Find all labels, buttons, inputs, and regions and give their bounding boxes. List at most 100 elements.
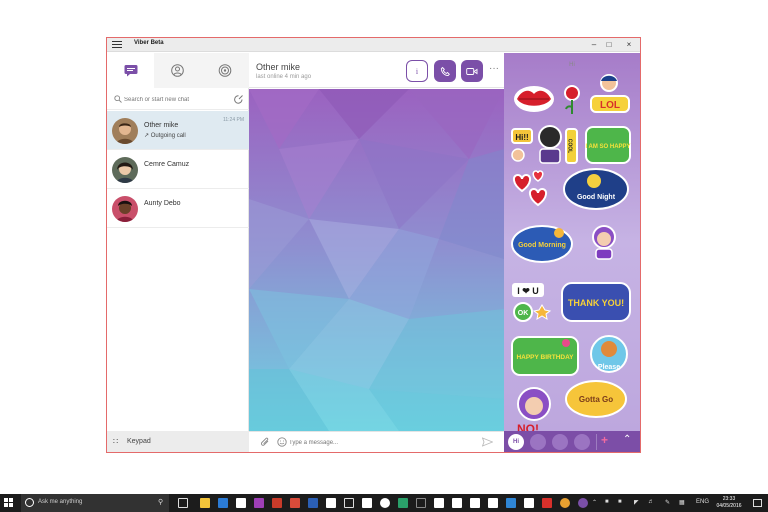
- info-button[interactable]: i: [406, 60, 428, 82]
- tray-icon-2[interactable]: ■: [618, 499, 622, 505]
- language-indicator[interactable]: ENG: [696, 499, 709, 505]
- kiss-lips-sticker[interactable]: [514, 86, 554, 112]
- keypad-button[interactable]: ∷ Keypad: [107, 431, 249, 452]
- sticker-pack-2[interactable]: [530, 434, 546, 450]
- windows-start-icon[interactable]: [4, 498, 14, 508]
- ok-sticker[interactable]: OK: [513, 302, 552, 322]
- sticker-pack-4[interactable]: [574, 434, 590, 450]
- sticker-panel: Hi LOL Hi!! COOL I AM SO HAPPY Good Nigh…: [504, 53, 640, 452]
- app-icon-13[interactable]: [470, 498, 480, 508]
- new-chat-icon[interactable]: [233, 94, 244, 105]
- tab-contacts[interactable]: [154, 53, 201, 88]
- access-icon[interactable]: [290, 498, 300, 508]
- gotta-go-sticker[interactable]: Gotta Go: [565, 380, 627, 418]
- onenote-icon[interactable]: [254, 498, 264, 508]
- svg-text:OK: OK: [518, 310, 529, 317]
- word-icon[interactable]: [308, 498, 318, 508]
- message-input[interactable]: [289, 436, 469, 450]
- attachment-icon[interactable]: [260, 437, 271, 448]
- bear-sticker[interactable]: [538, 125, 562, 164]
- app-icon-15[interactable]: [506, 498, 516, 508]
- clock-time: 23:33: [722, 496, 736, 502]
- please-sticker[interactable]: Please: [590, 335, 628, 373]
- close-button[interactable]: ×: [622, 39, 636, 51]
- viber-taskbar-icon[interactable]: [578, 498, 588, 508]
- i-am-so-happy-sticker[interactable]: I AM SO HAPPY: [585, 126, 631, 164]
- good-morning-sticker[interactable]: Good Morning: [511, 225, 573, 263]
- sticker-pack-bar: Hi + ⌃: [504, 431, 640, 452]
- no-sticker[interactable]: NO!: [517, 422, 539, 431]
- hamburger-menu-icon[interactable]: [112, 41, 122, 49]
- pen-icon[interactable]: ✎: [665, 499, 670, 506]
- chevron-up-icon[interactable]: ⌃: [623, 434, 631, 445]
- taskbar: Ask me anything ⚲ ⌃ ■ ■ ◤ ♬ ✎ ▦ ENG 23:3…: [0, 494, 768, 512]
- sticker-pack-hi-label: Hi: [513, 439, 519, 445]
- hi-sticker[interactable]: Hi!!: [511, 128, 533, 162]
- good-night-sticker[interactable]: Good Night: [563, 168, 629, 210]
- call-button[interactable]: [434, 60, 456, 82]
- task-view-icon[interactable]: [178, 498, 188, 508]
- desktop: Viber Beta – □ × Search or start new cha…: [0, 0, 768, 494]
- angry-sticker[interactable]: [517, 387, 551, 421]
- tray-icon-1[interactable]: ■: [605, 499, 609, 505]
- volume-icon[interactable]: ♬: [648, 499, 654, 505]
- microphone-icon[interactable]: ⚲: [158, 498, 163, 506]
- svg-text:I ❤ U: I ❤ U: [517, 286, 539, 296]
- powerpoint-icon[interactable]: [272, 498, 282, 508]
- svg-text:NO!: NO!: [517, 422, 539, 431]
- chat-list: Other mike ↗ Outgoing call 11:24 PM Cemr…: [107, 111, 249, 228]
- chat-item-cemre-camuz[interactable]: Cemre Camuz: [107, 150, 249, 189]
- viber-window: Viber Beta – □ × Search or start new cha…: [106, 37, 641, 453]
- divider: [596, 434, 597, 450]
- girl-sticker[interactable]: [592, 225, 616, 260]
- calendar-icon[interactable]: [326, 498, 336, 508]
- sticker-pack-3[interactable]: [552, 434, 568, 450]
- store-icon[interactable]: [236, 498, 246, 508]
- taskbar-clock[interactable]: 23:33 04/05/2016: [711, 496, 747, 510]
- avatar: [112, 157, 138, 183]
- add-sticker-icon[interactable]: +: [601, 433, 608, 447]
- publisher-icon[interactable]: [398, 498, 408, 508]
- search-row: [107, 90, 249, 110]
- edge-icon[interactable]: [218, 498, 228, 508]
- hearts-sticker[interactable]: [512, 170, 548, 207]
- rose-sticker[interactable]: [564, 85, 580, 114]
- n-app-icon[interactable]: [362, 498, 372, 508]
- svg-text:Please: Please: [598, 364, 620, 371]
- app-icon-16[interactable]: [524, 498, 534, 508]
- chat-item-aunty-debo[interactable]: Aunty Debo: [107, 189, 249, 228]
- video-call-button[interactable]: [461, 60, 483, 82]
- tab-public-chats[interactable]: [201, 53, 248, 88]
- search-input[interactable]: [124, 93, 224, 107]
- app-icon-14[interactable]: [488, 498, 498, 508]
- minimize-button[interactable]: –: [587, 39, 601, 51]
- tab-chats[interactable]: [107, 53, 154, 88]
- avatar: [112, 118, 138, 144]
- thank-you-sticker[interactable]: THANK YOU!: [561, 282, 631, 322]
- lol-sticker[interactable]: LOL: [590, 95, 630, 113]
- sticker-pack-hi[interactable]: Hi: [508, 434, 524, 450]
- app-icon-11[interactable]: [434, 498, 444, 508]
- media-player-icon[interactable]: [380, 498, 390, 508]
- maximize-button[interactable]: □: [602, 39, 616, 51]
- tray-chevron-icon[interactable]: ⌃: [592, 499, 597, 506]
- boy-sticker[interactable]: [600, 74, 618, 92]
- app-icon-17[interactable]: [542, 498, 552, 508]
- notepad-icon[interactable]: [344, 498, 354, 508]
- emoji-icon[interactable]: [277, 437, 287, 447]
- chrome-icon[interactable]: [560, 498, 570, 508]
- cool-sticker[interactable]: COOL: [565, 128, 578, 164]
- cortana-search-box[interactable]: Ask me anything ⚲: [21, 494, 169, 512]
- camera-icon[interactable]: [416, 498, 426, 508]
- wifi-icon[interactable]: ◤: [634, 499, 639, 506]
- more-options-button[interactable]: ···: [489, 63, 499, 74]
- chat-item-other-mike[interactable]: Other mike ↗ Outgoing call 11:24 PM: [107, 111, 249, 150]
- app-icon-12[interactable]: [452, 498, 462, 508]
- send-icon[interactable]: [482, 437, 493, 447]
- file-explorer-icon[interactable]: [200, 498, 210, 508]
- i-love-u-sticker[interactable]: I ❤ U: [512, 283, 544, 297]
- happy-birthday-sticker[interactable]: HAPPY BIRTHDAY: [511, 336, 579, 376]
- notifications-icon[interactable]: [753, 499, 762, 507]
- conversation-pane: Other mike last online 4 min ago i ···: [249, 53, 504, 452]
- keyboard-icon[interactable]: ▦: [679, 499, 685, 506]
